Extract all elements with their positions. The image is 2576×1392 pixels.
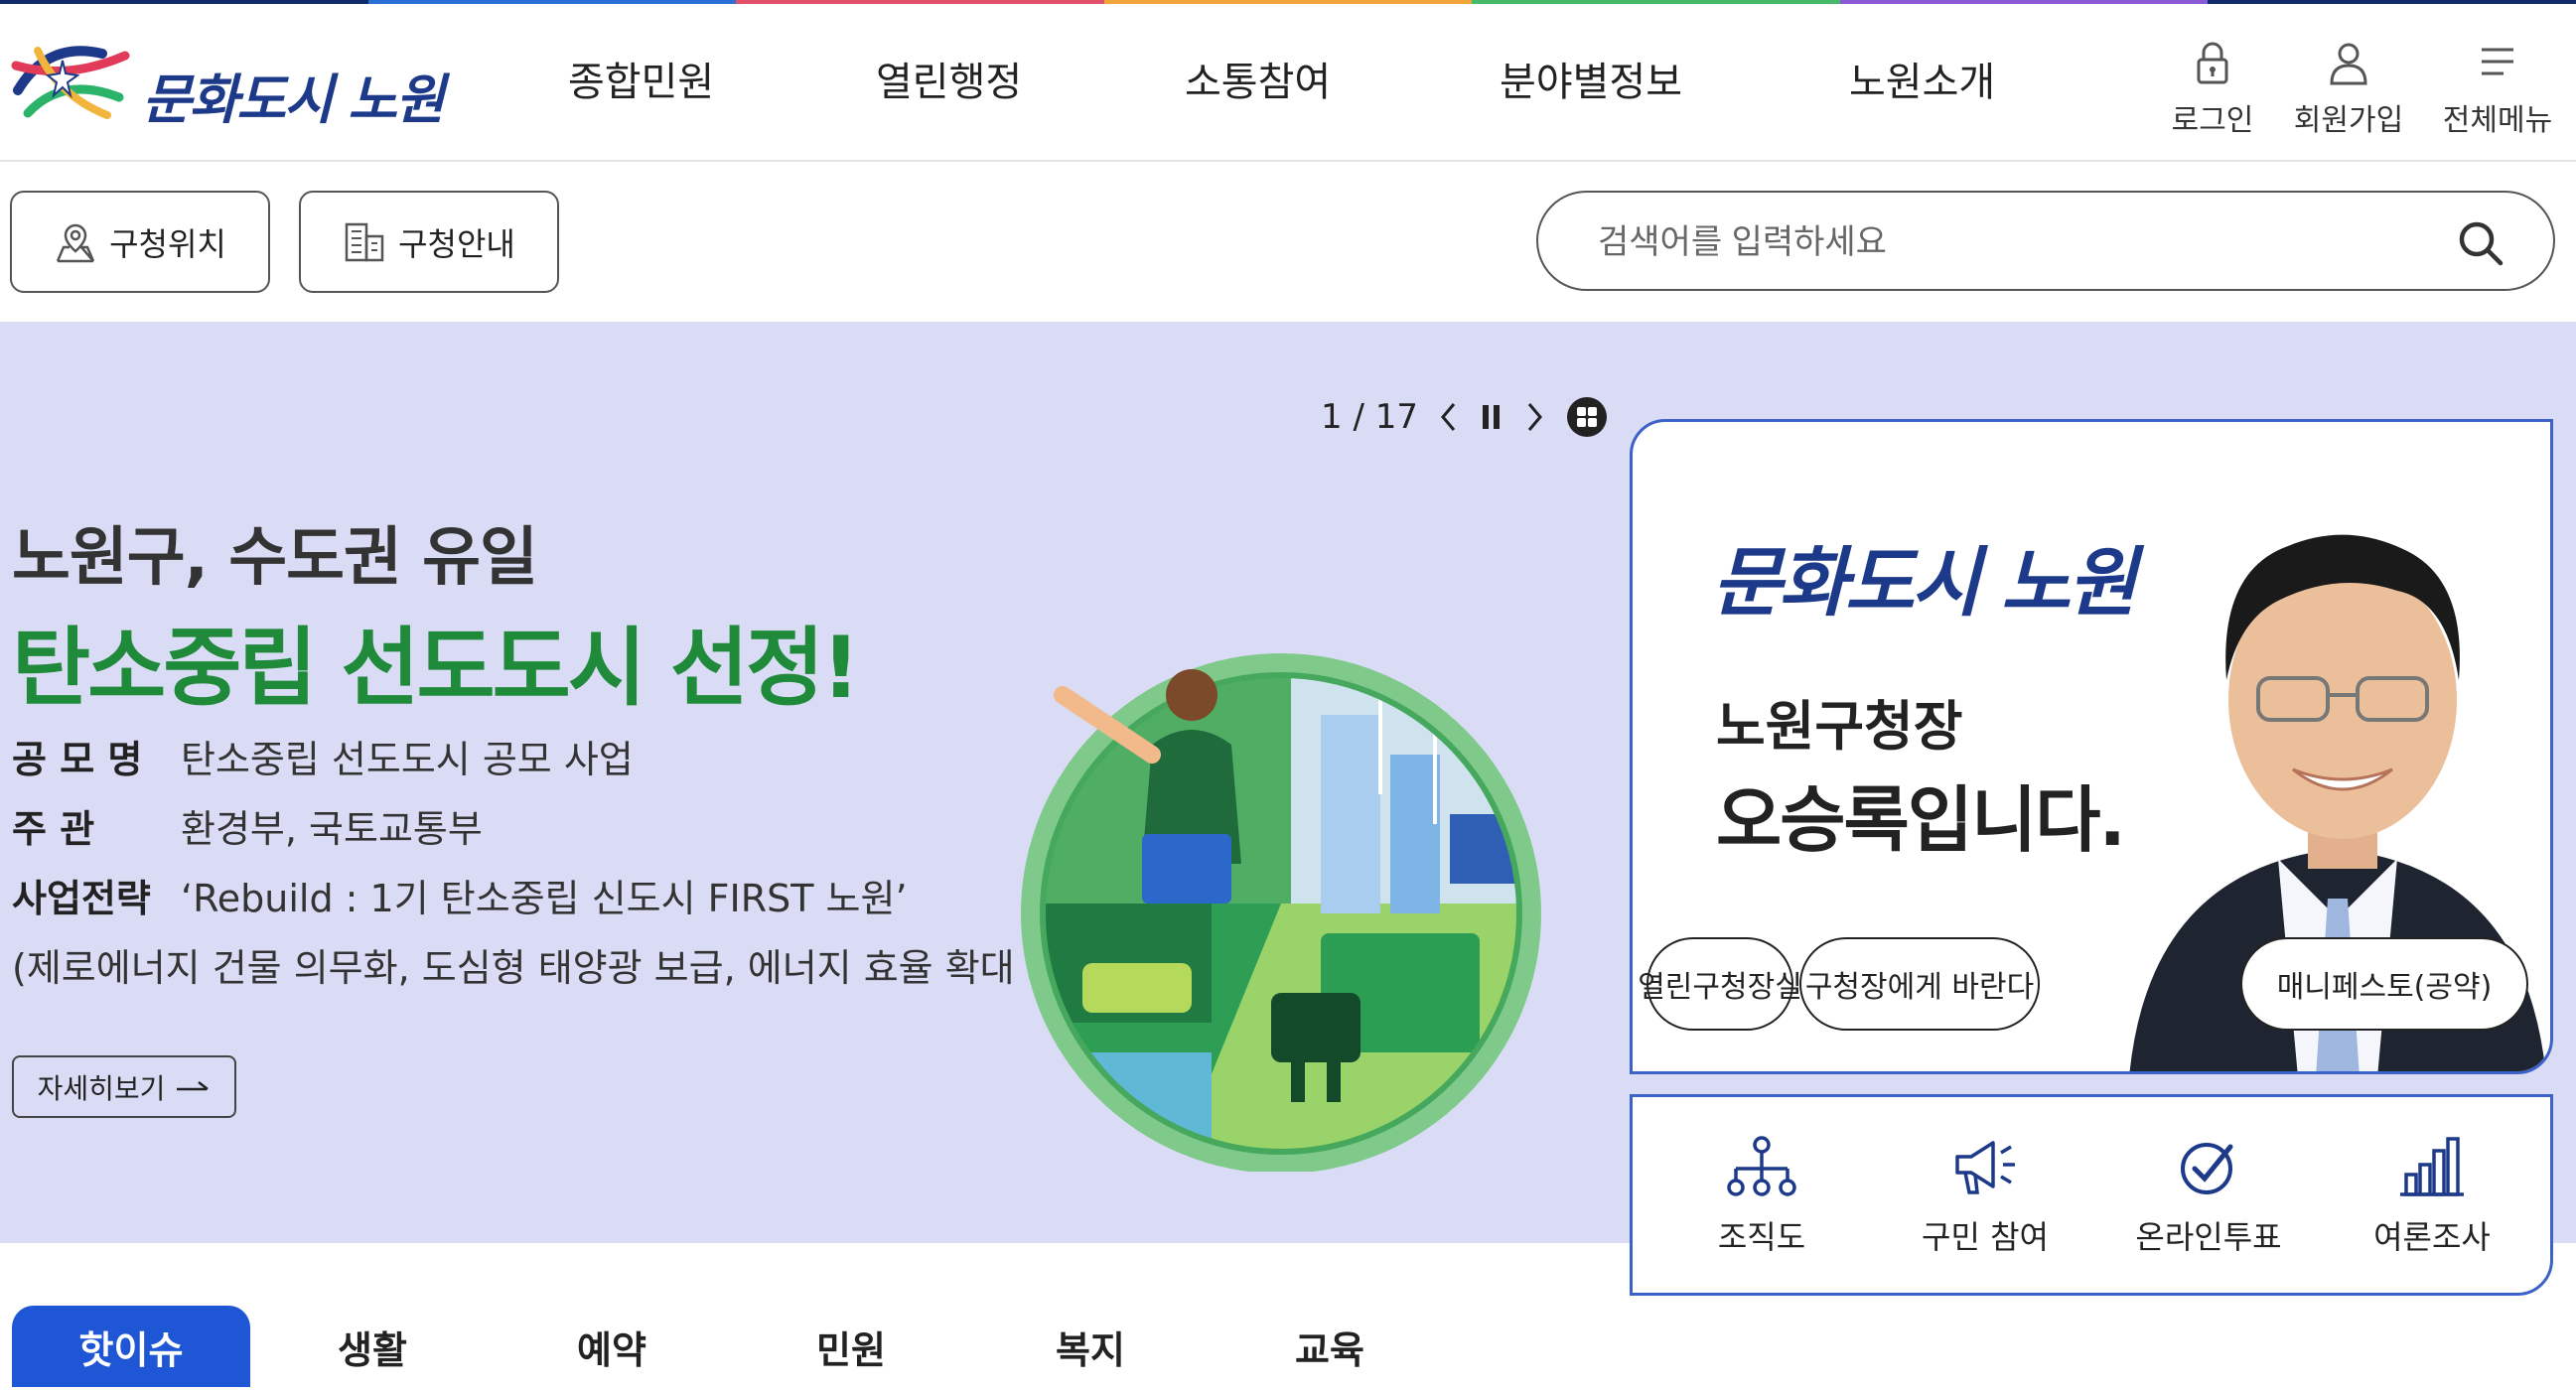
- mayor-card: 문화도시 노원 노원구청장 오승록입니다. 열린구청장실 구청장에게 바란다 매…: [1630, 419, 2553, 1074]
- megaphone-icon: [1955, 1141, 2015, 1194]
- logo-emblem-icon: [11, 46, 130, 119]
- site-logo[interactable]: 문화도시 노원: [8, 36, 445, 135]
- quick-link-label: 여론조사: [2373, 1218, 2491, 1256]
- search-box: [1536, 191, 2555, 291]
- search-input[interactable]: [1598, 214, 2412, 270]
- quick-link-online-vote[interactable]: 온라인투표: [2109, 1135, 2308, 1258]
- mayor-name: 오승록입니다.: [1716, 778, 2126, 862]
- manifesto-label: 매니페스토(공약): [2276, 970, 2493, 1005]
- view-details-label: 자세히보기: [37, 1071, 166, 1105]
- view-details-button[interactable]: 자세히보기: [12, 1055, 236, 1118]
- quick-link-resident-participation[interactable]: 구민 참여: [1886, 1135, 2084, 1258]
- lock-icon: [2197, 42, 2228, 84]
- tab-welfare[interactable]: 복지: [1016, 1306, 1165, 1387]
- office-guide-label: 구청안내: [398, 224, 515, 263]
- nav-item-participation[interactable]: 소통참여: [1185, 50, 1331, 107]
- info-label: 공 모 명: [12, 738, 143, 781]
- signup-button[interactable]: 회원가입: [2289, 42, 2408, 139]
- mayor-title: 노원구청장: [1716, 695, 1963, 758]
- nav-item-field-info[interactable]: 분야별정보: [1500, 50, 1682, 107]
- top-color-strip: [0, 0, 2576, 4]
- open-mayor-office-button[interactable]: 열린구청장실: [1638, 937, 1802, 1031]
- building-icon: [345, 222, 384, 261]
- carbon-neutral-city-illustration: [1021, 653, 1541, 1172]
- tab-living[interactable]: 생활: [298, 1306, 447, 1387]
- hero-info-row-contest: 공 모 명 탄소중립 선도도시 공모 사업: [12, 729, 634, 783]
- quick-links-panel: 조직도 구민 참여 온라인투표 여론조사: [1630, 1094, 2553, 1296]
- signup-label: 회원가입: [2293, 103, 2404, 138]
- mayor-card-logo: 문화도시 노원: [1712, 538, 2137, 626]
- all-slides-grid-icon[interactable]: [1565, 395, 1609, 439]
- arrow-right-icon: [177, 1080, 210, 1090]
- hero-headline-main: 탄소중립 선도도시 선정!: [12, 619, 860, 718]
- all-menu-button[interactable]: 전체메뉴: [2438, 42, 2557, 139]
- open-mayor-office-label: 열린구청장실: [1638, 970, 1802, 1005]
- search-icon[interactable]: [2456, 218, 2505, 268]
- hero-note: (제로에너지 건물 의무화, 도심형 태양광 보급, 에너지 효율 확대 등): [12, 946, 1076, 990]
- all-menu-label: 전체메뉴: [2442, 103, 2553, 138]
- office-location-label: 구청위치: [109, 224, 226, 263]
- petition-to-mayor-label: 구청장에게 바란다: [1804, 970, 2035, 1005]
- petition-to-mayor-button[interactable]: 구청장에게 바란다: [1799, 937, 2040, 1031]
- info-value: 환경부, 국토교통부: [181, 807, 483, 851]
- hero-info-row-strategy: 사업전략 ‘Rebuild : 1기 탄소중립 신도시 FIRST 노원’: [12, 868, 908, 922]
- next-slide-icon[interactable]: [1523, 400, 1545, 434]
- info-value: ‘Rebuild : 1기 탄소중립 신도시 FIRST 노원’: [181, 877, 908, 920]
- nav-item-about[interactable]: 노원소개: [1849, 50, 1995, 107]
- manifesto-button[interactable]: 매니페스토(공약): [2240, 937, 2528, 1031]
- quick-link-label: 구민 참여: [1922, 1218, 2049, 1256]
- quick-link-label: 조직도: [1717, 1218, 1806, 1256]
- tab-hot-issue[interactable]: 핫이슈: [12, 1306, 250, 1387]
- info-value: 탄소중립 선도도시 공모 사업: [181, 738, 634, 781]
- quick-link-label: 온라인투표: [2135, 1218, 2282, 1256]
- bar-chart-icon: [2400, 1137, 2464, 1196]
- hero-info-row-host: 주 관 환경부, 국토교통부: [12, 798, 483, 853]
- quick-link-opinion-poll[interactable]: 여론조사: [2333, 1135, 2531, 1258]
- page: 문화도시 노원 종합민원 열린행정 소통참여 분야별정보 노원소개 로그인 회원…: [0, 0, 2576, 1392]
- login-label: 로그인: [2171, 103, 2254, 138]
- login-button[interactable]: 로그인: [2153, 42, 2272, 139]
- slide-counter: 1 / 17: [1321, 397, 1418, 437]
- nav-item-civil[interactable]: 종합민원: [568, 50, 714, 107]
- quick-link-org-chart[interactable]: 조직도: [1662, 1135, 1861, 1258]
- info-label: 사업전략: [12, 877, 151, 920]
- header-divider: [0, 160, 2576, 162]
- org-chart-icon: [1727, 1136, 1796, 1196]
- prev-slide-icon[interactable]: [1438, 400, 1460, 434]
- logo-text: 문화도시 노원: [142, 69, 445, 131]
- tab-reservation[interactable]: 예약: [537, 1306, 686, 1387]
- office-location-button[interactable]: 구청위치: [10, 191, 270, 293]
- info-label: 주 관: [12, 807, 95, 851]
- tab-civil-service[interactable]: 민원: [777, 1306, 926, 1387]
- hero-headline-sub: 노원구, 수도권 유일: [12, 521, 538, 595]
- user-icon: [2330, 43, 2367, 85]
- map-pin-icon: [56, 223, 95, 262]
- nav-item-open-admin[interactable]: 열린행정: [876, 50, 1022, 107]
- office-guide-button[interactable]: 구청안내: [299, 191, 559, 293]
- tab-education[interactable]: 교육: [1255, 1306, 1404, 1387]
- check-circle-icon: [2181, 1143, 2233, 1194]
- hamburger-menu-icon: [2482, 48, 2513, 75]
- slide-controls: 1 / 17: [1321, 392, 1609, 442]
- pause-icon[interactable]: [1480, 400, 1503, 434]
